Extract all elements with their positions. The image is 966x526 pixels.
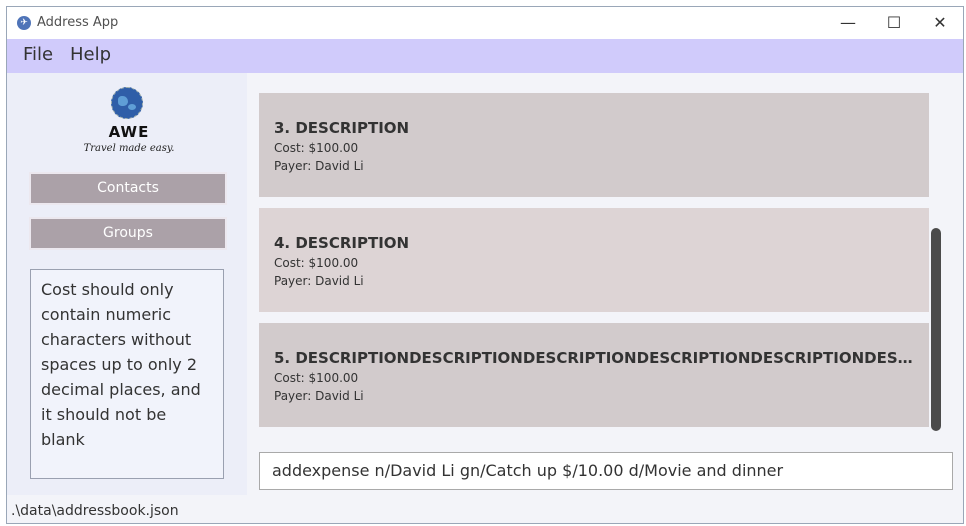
logo-name: AWE	[108, 123, 150, 141]
sidebar: AWE Travel made easy. Contacts Groups Co…	[7, 73, 247, 495]
app-window: ✈ Address App — ☐ ✕ File Help AWE Travel…	[6, 6, 964, 524]
globe-icon: ✈	[17, 16, 31, 30]
expense-cost: Cost: $100.00	[274, 141, 359, 155]
data-file-path: .\data\addressbook.json	[11, 503, 179, 519]
expense-list: 3. DESCRIPTION Cost: $100.00 Payer: Davi…	[255, 79, 943, 445]
expense-title: 5. DESCRIPTIONDESCRIPTIONDESCRIPTIONDESC…	[274, 349, 919, 367]
expense-title: 3. DESCRIPTION	[274, 119, 410, 137]
title-bar: ✈ Address App — ☐ ✕	[7, 7, 963, 39]
maximize-button[interactable]: ☐	[871, 10, 917, 36]
result-display: Cost should only contain numeric charact…	[30, 269, 224, 479]
groups-button[interactable]: Groups	[29, 217, 227, 250]
status-bar: .\data\addressbook.json	[7, 495, 963, 523]
expense-title: 4. DESCRIPTION	[274, 234, 410, 252]
command-input[interactable]: addexpense n/David Li gn/Catch up $/10.0…	[259, 452, 953, 490]
menu-bar: File Help	[7, 39, 963, 73]
globe-icon	[111, 87, 143, 119]
logo-tagline: Travel made easy.	[83, 143, 175, 154]
menu-file[interactable]: File	[23, 44, 53, 65]
list-scrollbar[interactable]	[931, 228, 941, 431]
expense-cost: Cost: $100.00	[274, 256, 359, 270]
menu-help[interactable]: Help	[70, 44, 111, 65]
contacts-button[interactable]: Contacts	[29, 172, 227, 205]
expense-cost: Cost: $100.00	[274, 371, 359, 385]
expense-card[interactable]: 3. DESCRIPTION Cost: $100.00 Payer: Davi…	[259, 93, 929, 197]
expense-card[interactable]: 4. DESCRIPTION Cost: $100.00 Payer: Davi…	[259, 208, 929, 312]
expense-payer: Payer: David Li	[274, 159, 364, 173]
close-button[interactable]: ✕	[917, 10, 963, 36]
app-logo: AWE Travel made easy.	[81, 85, 177, 165]
expense-payer: Payer: David Li	[274, 389, 364, 403]
expense-card[interactable]: 5. DESCRIPTIONDESCRIPTIONDESCRIPTIONDESC…	[259, 323, 929, 427]
expense-payer: Payer: David Li	[274, 274, 364, 288]
minimize-button[interactable]: —	[825, 10, 871, 36]
window-title: Address App	[37, 15, 119, 30]
